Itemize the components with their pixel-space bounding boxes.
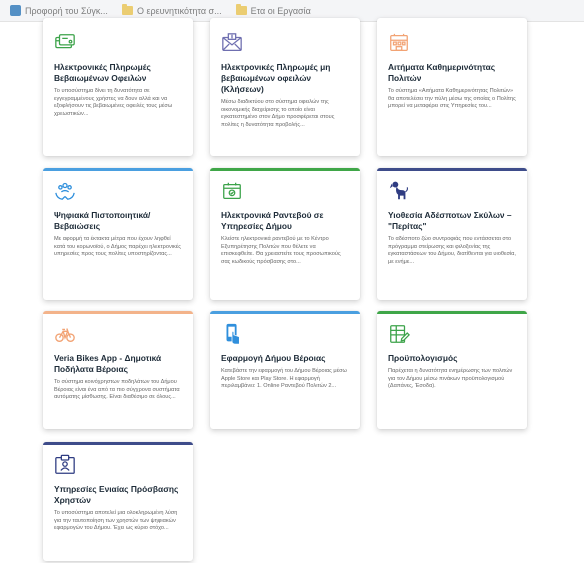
card-description: Το σύστημα κοινόχρηστων ποδηλάτων του Δή… (54, 379, 180, 401)
bookmark-label: Ο ερευνητικότητα σ... (136, 5, 222, 16)
card-description: Μέσω διαδικτύου στο σύστημα οφειλών της … (221, 99, 335, 128)
bookmark-folder[interactable]: Ετα οι Εργασία (235, 4, 311, 16)
envelope-icon (222, 33, 242, 51)
service-card-budget[interactable]: Προϋπολογισμός Παρέχεται η δυνατότητα εν… (377, 311, 527, 429)
folder-icon (235, 4, 247, 15)
card-title: Ηλεκτρονικές Πληρωμές μη βεβαιωμένων οφε… (221, 62, 331, 94)
dog-icon (389, 181, 409, 200)
card-title: Προϋπολογισμός (388, 353, 458, 363)
credit-card-icon (55, 34, 75, 49)
card-accent-bar (377, 168, 527, 171)
card-title: Αιτήματα Καθημερινότητας Πολιτών (388, 62, 496, 83)
service-card-single-access[interactable]: Υπηρεσίες Ενιαίας Πρόσβασης Χρηστών Το υ… (43, 442, 193, 561)
card-accent-bar (210, 311, 360, 314)
city-icon (390, 33, 408, 51)
bookmark-folder[interactable]: Ο ερευνητικότητα σ... (121, 4, 222, 16)
service-card-citizen-requests[interactable]: Αιτήματα Καθημερινότητας Πολιτών Το σύστ… (377, 18, 527, 156)
card-title: Ηλεκτρονικές Πληρωμές Βεβαιωμένων Οφειλώ… (54, 62, 151, 83)
service-card-veria-bikes[interactable]: Veria Bikes App - Δημοτικά Ποδήλατα Βέρο… (43, 311, 193, 429)
bicycle-icon (55, 328, 75, 343)
mobile-touch-icon (226, 323, 240, 345)
service-card-electronic-payments[interactable]: Ηλεκτρονικές Πληρωμές Βεβαιωμένων Οφειλώ… (43, 18, 193, 156)
folder-icon (121, 4, 133, 15)
service-card-dog-adoption[interactable]: Υιοθεσία Αδέσποτων Σκύλων – "Περίτας" Το… (377, 168, 527, 300)
bookmark-label: Ετα οι Εργασία (250, 5, 311, 16)
bookmark-label: Προφορή του Σύγκ... (25, 5, 108, 16)
card-accent-bar (43, 168, 193, 171)
card-description: Το υποσύστημα αποτελεί μια ολοκληρωμένη … (54, 510, 178, 532)
card-description: Το σύστημα «Αιτήματα Καθημερινότητας Πολ… (388, 88, 516, 110)
card-description: Το υποσύστημα δίνει τη δυνατότητα σε εγγ… (54, 88, 173, 117)
card-description: Παρέχεται η δυνατότητα ενημέρωσης των πο… (388, 368, 513, 390)
card-title: Υπηρεσίες Ενιαίας Πρόσβασης Χρηστών (54, 484, 179, 505)
card-title: Ηλεκτρονικά Ραντεβού σε Υπηρεσίες Δήμου (221, 210, 324, 231)
card-description: Το αδέσποτο ζώο συντροφιάς που εντάσσετα… (388, 236, 516, 265)
card-accent-bar (377, 311, 527, 314)
card-title: Υιοθεσία Αδέσποτων Σκύλων – "Περίτας" (388, 210, 512, 231)
card-accent-bar (43, 442, 193, 445)
service-card-municipality-app[interactable]: Εφαρμογή Δήμου Βέροιας Κατεβάστε την εφα… (210, 311, 360, 429)
card-title: Veria Bikes App - Δημοτικά Ποδήλατα Βέρο… (54, 353, 162, 374)
card-description: Κατεβάστε την εφαρμογή του Δήμου Βέροιας… (221, 368, 347, 390)
spreadsheet-icon (390, 325, 410, 343)
card-accent-bar (210, 168, 360, 171)
bookmark-item[interactable]: Προφορή του Σύγκ... (10, 5, 108, 16)
hands-people-icon (55, 182, 75, 200)
card-description: Κλείστε ηλεκτρονικά ραντεβού με το Κέντρ… (221, 236, 341, 265)
id-access-icon (55, 454, 75, 474)
site-favicon-icon (10, 5, 21, 16)
service-card-digital-certificates[interactable]: Ψηφιακά Πιστοποιητικά/ Βεβαιώσεις Με αφο… (43, 168, 193, 300)
card-title: Εφαρμογή Δήμου Βέροιας (221, 353, 326, 363)
calendar-check-icon (223, 182, 241, 199)
service-card-appointments[interactable]: Ηλεκτρονικά Ραντεβού σε Υπηρεσίες Δήμου … (210, 168, 360, 300)
card-title: Ψηφιακά Πιστοποιητικά/ Βεβαιώσεις (54, 210, 151, 231)
service-card-unconfirmed-payments[interactable]: Ηλεκτρονικές Πληρωμές μη βεβαιωμένων οφε… (210, 18, 360, 156)
card-accent-bar (43, 311, 193, 314)
card-description: Με αφορμή τα έκτακτα μέτρα που έχουν ληφ… (54, 236, 181, 258)
